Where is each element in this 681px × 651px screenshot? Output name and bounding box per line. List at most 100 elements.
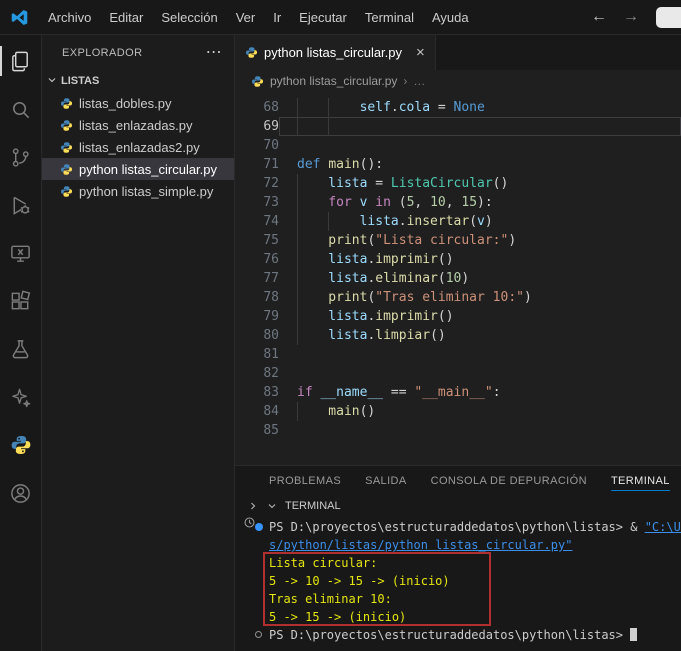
close-icon[interactable]: ×	[416, 44, 425, 61]
code-text: print("Tras eliminar 10:")	[279, 288, 681, 307]
extensions-icon	[9, 290, 32, 313]
go-back-button[interactable]: ←	[591, 8, 607, 26]
line-number: 84	[235, 402, 279, 421]
activity-bar-extensions[interactable]	[0, 277, 42, 325]
line-number: 68	[235, 98, 279, 117]
more-actions-icon[interactable]: ⋯	[206, 48, 222, 58]
folder-section-listas[interactable]: LISTAS	[42, 70, 234, 92]
panel-tab-salida[interactable]: SALIDA	[365, 466, 407, 496]
file-item[interactable]: python listas_simple.py	[42, 180, 234, 202]
code-line-68[interactable]: 68self.cola = None	[235, 98, 681, 117]
code-text	[279, 136, 681, 155]
code-line-71[interactable]: 71def main():	[235, 155, 681, 174]
activity-bar-search[interactable]	[0, 85, 42, 133]
line-number: 82	[235, 364, 279, 383]
search-icon	[9, 98, 32, 121]
menu-ayuda[interactable]: Ayuda	[423, 10, 478, 25]
activity-bar-testing[interactable]	[0, 325, 42, 373]
code-line-85[interactable]: 85	[235, 421, 681, 440]
code-text: print("Lista circular:")	[279, 231, 681, 250]
code-text: lista = ListaCircular()	[279, 174, 681, 193]
terminal-section-label: TERMINAL	[285, 500, 341, 512]
run-and-debug-icon	[9, 194, 32, 217]
code-line-75[interactable]: 75print("Lista circular:")	[235, 231, 681, 250]
terminal-header: TERMINAL	[235, 496, 681, 516]
file-item[interactable]: listas_enlazadas2.py	[42, 136, 234, 158]
code-lines: 68self.cola = None697071def main():72lis…	[235, 98, 681, 440]
panel-tab-problemas[interactable]: PROBLEMAS	[269, 466, 341, 496]
terminal-cursor	[630, 628, 637, 641]
breadcrumb: python listas_circular.py › …	[235, 70, 681, 92]
file-item[interactable]: listas_enlazadas.py	[42, 114, 234, 136]
terminal[interactable]: PS D:\proyectos\estructuraddedatos\pytho…	[235, 516, 681, 651]
menu-ver[interactable]: Ver	[227, 10, 265, 25]
code-line-70[interactable]: 70	[235, 136, 681, 155]
chevron-down-icon[interactable]	[266, 500, 278, 512]
code-editor[interactable]: 68self.cola = None697071def main():72lis…	[235, 92, 681, 465]
activity-bar-source-control[interactable]	[0, 133, 42, 181]
line-number: 78	[235, 288, 279, 307]
code-line-79[interactable]: 79lista.imprimir()	[235, 307, 681, 326]
code-line-76[interactable]: 76lista.imprimir()	[235, 250, 681, 269]
menu-ir[interactable]: Ir	[264, 10, 290, 25]
menu-terminal[interactable]: Terminal	[356, 10, 423, 25]
code-line-77[interactable]: 77lista.eliminar(10)	[235, 269, 681, 288]
code-line-84[interactable]: 84main()	[235, 402, 681, 421]
code-line-73[interactable]: 73for v in (5, 10, 15):	[235, 193, 681, 212]
file-name: python listas_circular.py	[79, 162, 217, 177]
monitor-x-icon	[9, 242, 32, 265]
file-item[interactable]: listas_dobles.py	[42, 92, 234, 114]
panel-tab-terminal[interactable]: TERMINAL	[611, 466, 670, 496]
python-file-icon	[60, 185, 73, 198]
line-number: 72	[235, 174, 279, 193]
terminal-line: Tras eliminar 10:	[269, 590, 681, 608]
chevron-right-icon[interactable]	[247, 500, 259, 512]
panel-tab-consola-de-depuración[interactable]: CONSOLA DE DEPURACIÓN	[431, 466, 587, 496]
python-file-icon	[251, 75, 264, 88]
code-line-74[interactable]: 74lista.insertar(v)	[235, 212, 681, 231]
activity-bar-python[interactable]	[0, 421, 42, 469]
code-text: def main():	[279, 155, 681, 174]
code-line-78[interactable]: 78print("Tras eliminar 10:")	[235, 288, 681, 307]
menu-archivo[interactable]: Archivo	[39, 10, 100, 25]
code-line-81[interactable]: 81	[235, 345, 681, 364]
menu-editar[interactable]: Editar	[100, 10, 152, 25]
code-line-69[interactable]: 69	[235, 117, 681, 136]
terminal-text: Lista circular:	[269, 556, 377, 570]
editor-group: python listas_circular.py × python lista…	[235, 35, 681, 651]
file-name: listas_enlazadas2.py	[79, 140, 200, 155]
file-item[interactable]: python listas_circular.py	[42, 158, 234, 180]
activity-bar-copilot[interactable]	[0, 373, 42, 421]
menu-ejecutar[interactable]: Ejecutar	[290, 10, 356, 25]
code-line-80[interactable]: 80lista.limpiar()	[235, 326, 681, 345]
command-center-search[interactable]	[656, 7, 681, 28]
line-number: 69	[235, 117, 279, 136]
code-line-72[interactable]: 72lista = ListaCircular()	[235, 174, 681, 193]
terminal-line: s/python/listas/python listas_circular.p…	[269, 536, 681, 554]
terminal-text: Tras eliminar 10:	[269, 592, 392, 606]
terminal-link[interactable]: "C:\Us	[645, 520, 681, 534]
activity-bar-explorer[interactable]	[0, 37, 42, 85]
code-text	[279, 345, 681, 364]
line-number: 73	[235, 193, 279, 212]
activity-bar-run-debug[interactable]	[0, 181, 42, 229]
tab-python-listas-circular[interactable]: python listas_circular.py ×	[235, 35, 436, 70]
terminal-line: PS D:\proyectos\estructuraddedatos\pytho…	[269, 626, 681, 644]
line-number: 74	[235, 212, 279, 231]
code-line-83[interactable]: 83if __name__ == "__main__":	[235, 383, 681, 402]
code-line-82[interactable]: 82	[235, 364, 681, 383]
prompt-decoration-icon[interactable]	[255, 631, 262, 638]
history-navigation: ← →	[591, 8, 639, 26]
breadcrumb-ellipsis[interactable]: …	[413, 74, 425, 88]
terminal-line: PS D:\proyectos\estructuraddedatos\pytho…	[269, 518, 681, 536]
menu-selección[interactable]: Selección	[152, 10, 226, 25]
go-forward-button[interactable]: →	[623, 8, 639, 26]
terminal-line: 5 -> 15 -> (inicio)	[269, 608, 681, 626]
activity-bar	[0, 35, 42, 651]
command-decoration-icon[interactable]	[255, 523, 263, 531]
activity-bar-remote-explorer[interactable]	[0, 229, 42, 277]
activity-bar-accounts[interactable]	[0, 469, 42, 517]
breadcrumb-file[interactable]: python listas_circular.py	[270, 74, 397, 88]
vscode-window: ArchivoEditarSelecciónVerIrEjecutarTermi…	[0, 0, 681, 651]
terminal-link[interactable]: s/python/listas/python listas_circular.p…	[269, 538, 572, 552]
